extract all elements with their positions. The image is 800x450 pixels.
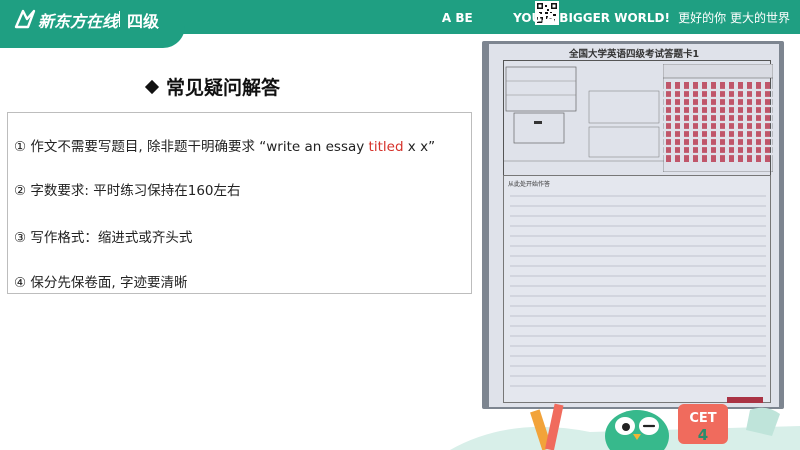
qa-item-1-highlight: titled (368, 139, 404, 155)
brand-logo-icon (14, 9, 36, 29)
answer-sheet-title: 全国大学英语四级考试答题卡1 (568, 49, 700, 60)
owl-mascot-icon (605, 410, 669, 450)
qa-item-1-prefix: ① 作文不需要写题目, 除非题干明确要求 “write an essay (14, 139, 369, 155)
writing-lines (510, 195, 766, 387)
header-slogan: A BE YOU,A BIGGER WORLD! 更好的你 更大的世界 (442, 9, 790, 26)
top-header: 新东方在线 四级 A BE YOU,A BIGGER WORLD! 更好的你 更… (0, 0, 800, 48)
writing-start-label: 从此处开始作答 (508, 181, 551, 188)
svg-text:CET: CET (689, 411, 716, 426)
qa-box: ① 作文不需要写题目, 除非题干明确要求 “write an essay tit… (7, 112, 472, 294)
qa-item-1-suffix: x x” (403, 139, 436, 155)
course-level: 四级 (127, 12, 160, 31)
cet4-badge-icon: CET 4 (678, 404, 728, 444)
answer-bubble-grid (663, 64, 773, 172)
slogan-cn: 更好的你 更大的世界 (678, 11, 790, 25)
qa-item-1: ① 作文不需要写题目, 除非题干明确要求 “write an essay tit… (14, 135, 435, 155)
qa-item-2: ② 字数要求: 平时练习保持在160左右 (14, 183, 241, 199)
brand-name: 新东方在线 (38, 12, 119, 31)
answer-sheet-photo: 全国大学英语四级考试答题卡1 从此处开始作答 (482, 41, 784, 409)
diamond-bullet-icon (144, 79, 160, 95)
slogan-en-start: A BE (441, 11, 473, 25)
answer-writing-area: 从此处开始作答 (503, 175, 771, 403)
section-title-text: 常见疑问解答 (166, 77, 281, 99)
mascot-decoration: CET 4 (450, 403, 800, 450)
slogan-en-end: YOU,A BIGGER WORLD! (513, 11, 670, 25)
qa-item-4: ④ 保分先保卷面, 字迹要清晰 (14, 275, 188, 291)
brand-divider (119, 11, 120, 27)
answer-sheet-paper: 全国大学英语四级考试答题卡1 从此处开始作答 (489, 44, 779, 407)
section-title: 常见疑问解答 (144, 73, 281, 100)
svg-text:4: 4 (698, 426, 708, 444)
qa-item-3: ③ 写作格式：缩进式或齐头式 (14, 230, 193, 246)
